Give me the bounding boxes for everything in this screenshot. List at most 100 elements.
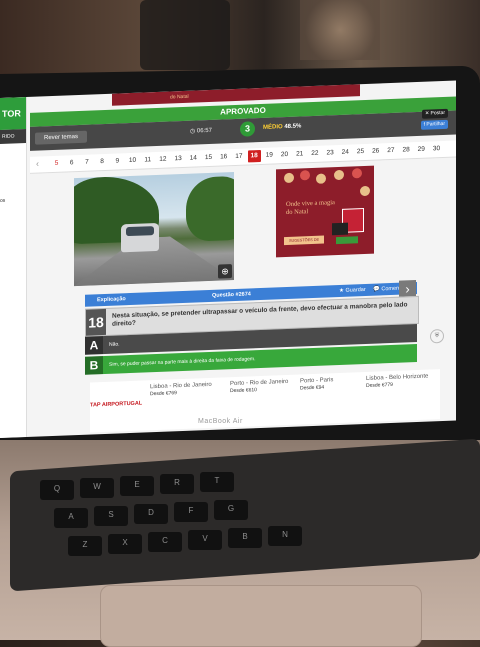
flight-price: Desde €610	[230, 387, 257, 395]
tree-right	[186, 175, 234, 242]
timer-value: 06:57	[196, 127, 212, 135]
gift-box	[332, 222, 348, 236]
score-badge: 3	[240, 121, 255, 137]
post-button[interactable]: ✕ Postar	[421, 108, 448, 119]
question-number-link[interactable]: 14	[187, 152, 200, 164]
christmas-ad[interactable]: Onde vive a magia do Natal SUGESTÕES DE …	[276, 165, 374, 258]
keyboard-key[interactable]: C	[148, 532, 182, 552]
prev-arrow-icon[interactable]: ‹	[36, 159, 39, 169]
keyboard-key[interactable]: G	[214, 500, 248, 520]
keyboard-key[interactable]: A	[54, 508, 88, 528]
question-number-link[interactable]: 28	[400, 144, 413, 156]
ornament-icon	[352, 168, 362, 179]
question-number-link[interactable]: 12	[156, 153, 169, 165]
zoom-icon[interactable]: ⊕	[218, 264, 232, 279]
ornament-icon	[300, 170, 310, 181]
question-number-link[interactable]: 16	[217, 151, 230, 163]
keyboard-key[interactable]: R	[160, 474, 194, 494]
question-number-link[interactable]: 13	[172, 153, 185, 165]
ad-logo	[336, 236, 358, 245]
question-number-link[interactable]: 22	[308, 148, 321, 160]
question-number-link[interactable]: 26	[369, 145, 382, 157]
airline-logo: TAP AIRPORTUGAL	[90, 400, 143, 409]
keyboard-key[interactable]: Z	[68, 536, 102, 556]
flight-offer[interactable]: Lisboa - Belo Horizonte Desde €779	[366, 373, 434, 390]
question-number-link[interactable]: 11	[141, 154, 154, 166]
flight-price: Desde €779	[366, 381, 393, 389]
average-label: MÉDIO	[263, 124, 283, 131]
save-label: Guardar	[345, 286, 366, 294]
ornament-icon	[360, 185, 370, 197]
question-number-link[interactable]: 25	[354, 146, 367, 158]
question-number-link[interactable]: 21	[293, 148, 306, 160]
share-label: Partilhar	[426, 120, 445, 128]
question-number-link[interactable]: 8	[96, 156, 109, 168]
flight-offer[interactable]: Porto - Paris Desde €94	[300, 376, 368, 393]
sidebar: TOR RIDO os	[0, 96, 27, 438]
keyboard-key[interactable]: X	[108, 534, 142, 554]
question-title: Questão #2674	[212, 291, 251, 299]
keyboard-key[interactable]: W	[80, 478, 114, 498]
keyboard-key[interactable]: S	[94, 506, 128, 526]
question-number: 18	[86, 308, 106, 336]
share-button[interactable]: f Partilhar	[420, 119, 448, 130]
car-window	[126, 226, 154, 237]
question-number-link[interactable]: 29	[415, 144, 428, 156]
sidebar-brand[interactable]: TOR	[0, 97, 26, 130]
keyboard-key[interactable]: E	[120, 476, 154, 496]
flight-offer[interactable]: Lisboa - Rio de Janeiro Desde €769	[150, 382, 218, 399]
explanation-button[interactable]: Explicação	[89, 293, 126, 306]
sidebar-item[interactable]: os	[0, 198, 5, 204]
ad-button[interactable]: SUGESTÕES DE PRESENTES	[284, 235, 324, 251]
question-number-link[interactable]: 23	[324, 147, 337, 159]
ad-title: Onde vive a magia do Natal	[286, 199, 335, 216]
answer-text: Sim, se puder passar na parte mais à dir…	[109, 356, 256, 368]
keyboard-key[interactable]: B	[228, 528, 262, 548]
car	[121, 222, 159, 253]
question-number-link[interactable]: 30	[430, 143, 443, 155]
review-topics-button[interactable]: Rever temas	[35, 130, 87, 145]
keyboard-key[interactable]: N	[268, 526, 302, 546]
question-number-link[interactable]: 20	[278, 149, 291, 161]
keyboard-key[interactable]: F	[174, 502, 208, 522]
keyboard-key[interactable]: Q	[40, 480, 74, 500]
question-number-link[interactable]: 5	[50, 158, 63, 170]
shield-icon[interactable]: ⛨	[430, 328, 444, 344]
trackpad[interactable]	[100, 585, 422, 647]
question-number-link[interactable]: 24	[339, 146, 352, 158]
answer-letter: B	[85, 356, 103, 375]
save-button[interactable]: ★ Guardar	[339, 284, 366, 297]
flight-ad[interactable]: TAP AIRPORTUGAL Lisboa - Rio de Janeiro …	[90, 369, 440, 433]
timer: ◷ 06:57	[190, 127, 212, 135]
background-shelf	[140, 0, 230, 70]
laptop-label: MacBook Air	[198, 418, 243, 425]
background-lamp	[300, 0, 380, 60]
question-number-link[interactable]: 9	[111, 155, 124, 167]
question-number-link[interactable]: 6	[65, 157, 78, 169]
question-photo: ⊕	[74, 172, 234, 287]
question-number-link[interactable]: 27	[384, 145, 397, 157]
ornament-icon	[334, 169, 344, 181]
keyboard-key[interactable]: D	[134, 504, 168, 524]
question-text: Nesta situação, se pretender ultrapassar…	[112, 301, 408, 328]
ornament-icon	[316, 173, 326, 184]
average-value: 48.5%	[284, 123, 302, 131]
flight-price: Desde €769	[150, 390, 177, 398]
answer-letter: A	[85, 336, 103, 355]
sidebar-item[interactable]: RIDO	[0, 129, 26, 144]
question-number-link[interactable]: 19	[263, 149, 276, 161]
keyboard-key[interactable]: V	[188, 530, 222, 550]
question-number-link[interactable]: 7	[80, 156, 93, 168]
main-content: do Natal APROVADO Rever temas ◷ 06:57 3 …	[30, 80, 456, 436]
flight-price: Desde €94	[300, 384, 325, 392]
keyboard-key[interactable]: T	[200, 472, 234, 492]
question-number-link[interactable]: 18	[247, 149, 261, 163]
post-label: Postar	[430, 109, 445, 117]
laptop-screen: TOR RIDO os do Natal APROVADO Rever tema…	[0, 80, 456, 439]
answer-text: Não.	[109, 341, 120, 348]
question-number-link[interactable]: 10	[126, 155, 139, 167]
average-score: MÉDIO 48.5%	[263, 123, 301, 130]
flight-offer[interactable]: Porto - Rio de Janeiro Desde €610	[230, 379, 298, 396]
question-number-link[interactable]: 15	[202, 152, 215, 164]
question-number-link[interactable]: 17	[232, 151, 245, 163]
